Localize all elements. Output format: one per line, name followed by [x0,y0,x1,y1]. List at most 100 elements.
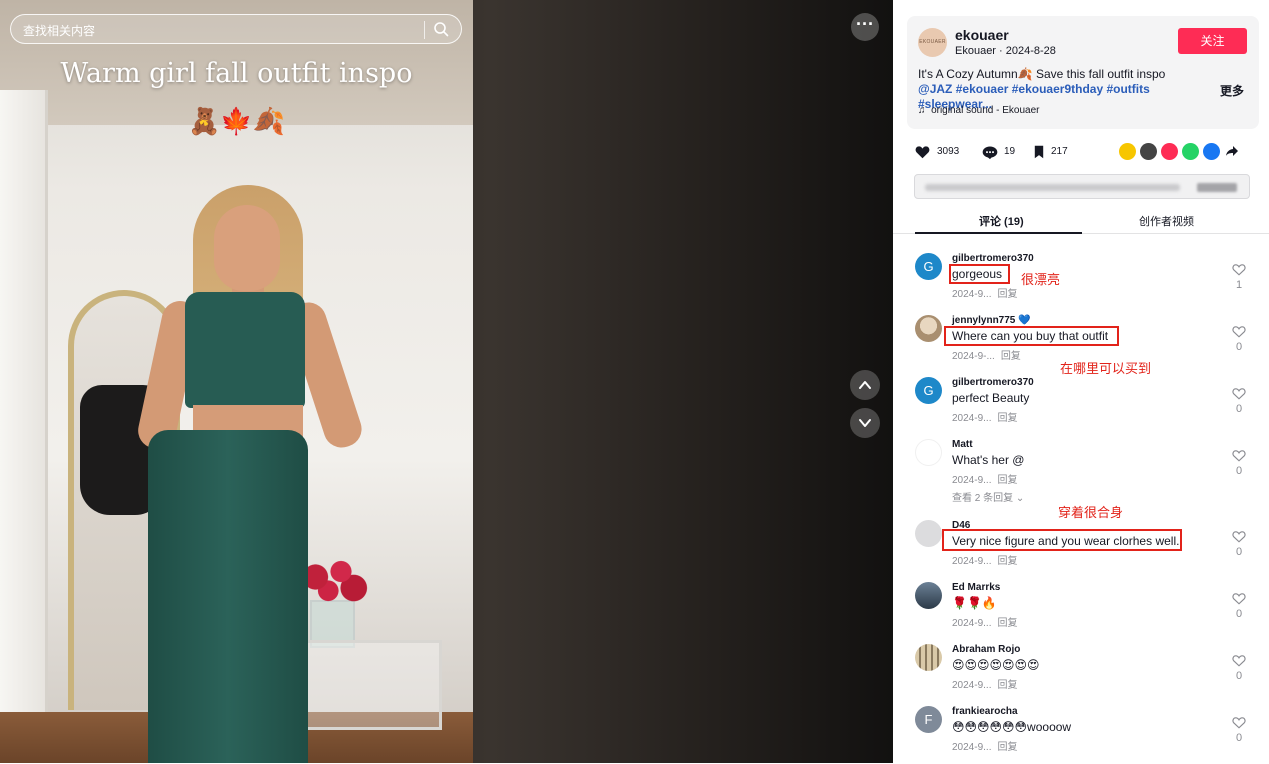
repost-icon[interactable] [1119,143,1136,160]
comment-text: 😳😳😳😳😳😳woooow [952,720,1072,734]
video-stage[interactable]: Warm girl fall outfit inspo 🧸🍁🍂 查找相关内容 ·… [0,0,893,763]
commenter-name[interactable]: gilbertromero370 [952,377,1034,388]
heart-outline-icon[interactable] [1232,654,1246,667]
commenter-avatar[interactable]: G [915,253,942,280]
commenter-name[interactable]: Matt [952,439,973,450]
reply-button[interactable]: 回复 [997,618,1017,629]
comment-like-count: 0 [1235,670,1243,682]
author-name[interactable]: ekouaer [955,27,1009,43]
copy-link-field[interactable] [914,174,1250,199]
bookmark-icon [1034,145,1044,159]
comment-text: What's her @ [952,453,1025,467]
commenter-name[interactable]: frankiearocha [952,706,1018,717]
annotation-box-figure [942,529,1182,551]
follow-button[interactable]: 关注 [1178,28,1247,54]
mention-link[interactable]: @JAZ [918,82,952,96]
comment-meta: 2024-9... 回复 [952,285,1017,300]
video-pants [148,430,308,763]
reply-button[interactable]: 回复 [997,475,1017,486]
comment-icon [982,146,998,160]
video-frame[interactable]: Warm girl fall outfit inspo 🧸🍁🍂 [0,0,473,763]
comment-like-count: 0 [1235,403,1243,415]
comment-meta: 2024-9... 回复 [952,738,1017,753]
commenter-avatar[interactable]: F [915,706,942,733]
facebook-icon[interactable] [1203,143,1220,160]
reply-button[interactable]: 回复 [997,556,1017,567]
side-panel: EKOUAER ekouaer Ekouaer · 2024-8-28 关注 I… [893,0,1269,763]
link-url-blurred [925,184,1180,191]
save-count: 217 [1051,146,1068,157]
chevron-up-icon [859,381,871,389]
commenter-avatar[interactable] [915,644,942,671]
heart-outline-icon[interactable] [1232,263,1246,276]
commenter-avatar[interactable] [915,439,942,466]
comment-like-count: 1 [1235,279,1243,291]
description-more-button[interactable]: 更多 [1220,82,1244,99]
copy-link-button[interactable] [1197,183,1237,192]
heart-outline-icon[interactable] [1232,592,1246,605]
comment-item: G gilbertromero370 perfect Beauty 2024-9… [915,377,1255,435]
reply-button[interactable]: 回复 [997,413,1017,424]
previous-video-button[interactable] [850,370,880,400]
comment-time: 2024-9... [952,413,992,424]
comment-like-count: 0 [1235,341,1243,353]
comment-count: 19 [1004,146,1016,157]
more-options-button[interactable]: ··· [851,13,879,41]
tab-creator-videos[interactable]: 创作者视频 [1139,213,1194,229]
commenter-name[interactable]: Ed Marrks [952,582,1000,593]
music-link[interactable]: ♫ original sound - Ekouaer [918,105,1039,116]
embed-icon[interactable] [1140,143,1157,160]
reply-button[interactable]: 回复 [997,742,1017,753]
reply-button[interactable]: 回复 [1001,351,1021,362]
commenter-avatar[interactable]: G [915,377,942,404]
heart-outline-icon[interactable] [1232,387,1246,400]
tab-comments[interactable]: 评论 (19) [979,213,1024,229]
video-top [185,292,305,408]
video-emojis: 🧸🍁🍂 [187,106,286,136]
annotation-translation-2: 在哪里可以买到 [1060,361,1152,376]
heart-outline-icon[interactable] [1232,449,1246,462]
video-door [0,90,48,763]
reply-button[interactable]: 回复 [997,289,1017,300]
comment-time: 2024-9-... [952,351,995,362]
video-face [214,205,280,291]
video-title: Warm girl fall outfit inspo [60,58,413,89]
comment-item: Ed Marrks 🌹🌹🔥 2024-9... 回复 0 [915,582,1255,640]
search-divider [424,21,425,39]
comment-like-count: 0 [1235,546,1243,558]
commenter-name[interactable]: gilbertromero370 [952,253,1034,264]
comment-meta: 2024-9... 回复 [952,471,1017,486]
heart-outline-icon[interactable] [1232,325,1246,338]
author-subtitle: Ekouaer · 2024-8-28 [955,45,1056,57]
share-arrow-icon[interactable] [1225,144,1239,158]
author-avatar[interactable]: EKOUAER [918,28,947,57]
whatsapp-icon[interactable] [1182,143,1199,160]
send-to-friends-icon[interactable] [1161,143,1178,160]
commenter-name[interactable]: jennylynn775 💙 [952,315,1031,326]
active-tab-indicator [915,232,1082,234]
search-input[interactable]: 查找相关内容 [10,14,462,44]
reply-button[interactable]: 回复 [997,680,1017,691]
commenter-name[interactable]: Abraham Rojo [952,644,1020,655]
search-icon[interactable] [433,21,449,37]
heart-outline-icon[interactable] [1232,716,1246,729]
comment-item: Abraham Rojo 😍😍😍😍😍😍😍 2024-9... 回复 0 [915,644,1255,702]
comment-time: 2024-9... [952,618,992,629]
next-video-button[interactable] [850,408,880,438]
commenter-avatar[interactable] [915,315,942,342]
view-replies-button[interactable]: 查看 2 条回复 ⌄ [952,489,1024,504]
commenter-avatar[interactable] [915,582,942,609]
heart-outline-icon[interactable] [1232,530,1246,543]
music-title: original sound - Ekouaer [931,105,1040,116]
comment-meta: 2024-9... 回复 [952,409,1017,424]
comment-time: 2024-9... [952,742,992,753]
comment-item: F frankiearocha 😳😳😳😳😳😳woooow 2024-9... 回复… [915,706,1255,764]
comment-time: 2024-9... [952,680,992,691]
commenter-avatar[interactable] [915,520,942,547]
annotation-box-outfit [944,326,1119,346]
comment-time: 2024-9... [952,289,992,300]
comment-meta: 2024-9... 回复 [952,614,1017,629]
comment-like-count: 0 [1235,465,1243,477]
music-note-icon: ♫ [918,105,926,116]
annotation-translation-3: 穿着很合身 [1058,505,1124,520]
